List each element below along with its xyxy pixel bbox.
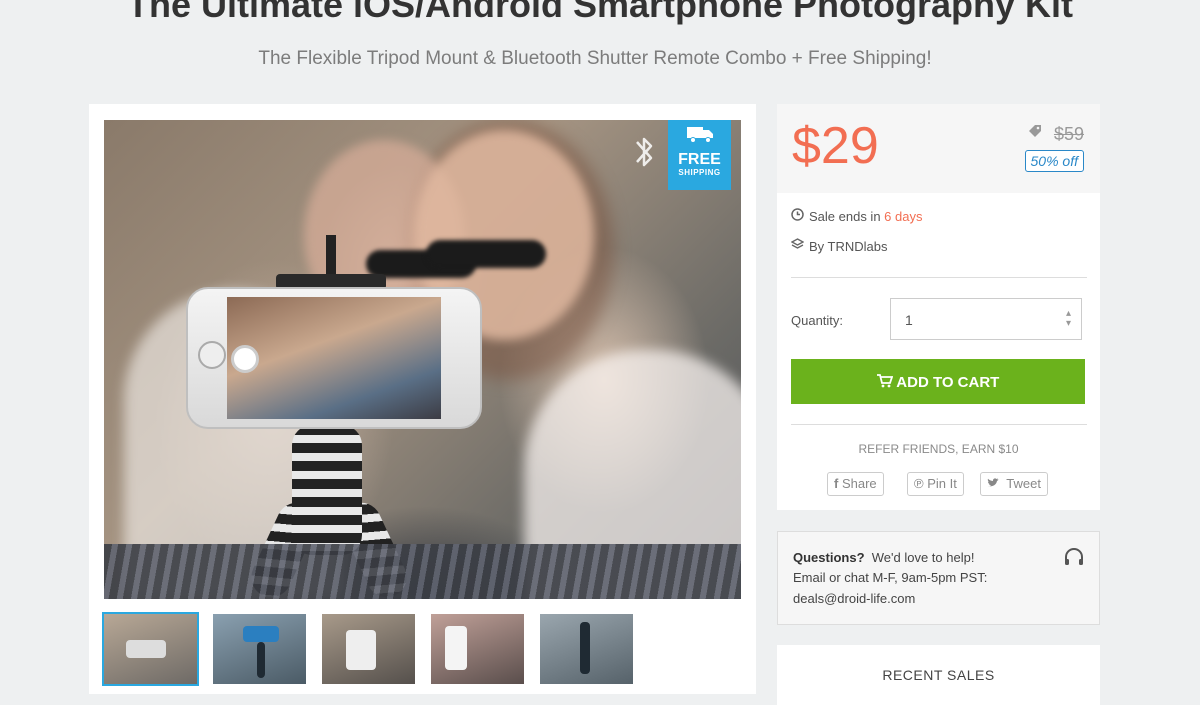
help-text: Questions? We'd love to help! Email or c…	[793, 548, 1043, 588]
add-to-cart-label: ADD TO CART	[896, 374, 1000, 391]
thumbnail-strip	[102, 612, 741, 694]
product-title: The Ultimate iOS/Android Smartphone Phot…	[126, 0, 1074, 25]
help-heading: Questions?	[793, 550, 865, 565]
thumb-phone	[243, 626, 279, 642]
gallery-card: FREE SHIPPING	[89, 104, 756, 694]
badge-free-label: FREE	[678, 151, 721, 168]
recent-sales-card: RECENT SALES	[777, 645, 1100, 705]
pinterest-icon: ℗	[914, 476, 924, 491]
layers-icon	[790, 238, 809, 254]
clock-icon	[791, 208, 809, 224]
add-to-cart-button[interactable]: ADD TO CART	[791, 359, 1085, 404]
refer-friends-text[interactable]: REFER FRIENDS, EARN $10	[777, 442, 1100, 456]
price-header: $29 $59 50% off	[777, 104, 1100, 193]
thumbnail-1[interactable]	[102, 612, 199, 686]
thumb-tripod	[257, 642, 265, 678]
help-line2: Email or chat M-F, 9am-5pm PST:	[793, 570, 988, 585]
price-card: $29 $59 50% off Sale ends in 6 days By T…	[777, 104, 1100, 510]
badge-shipping-label: SHIPPING	[678, 168, 721, 177]
facebook-icon: f	[834, 476, 839, 491]
vendor-label[interactable]: By TRNDlabs	[809, 239, 888, 254]
updown-arrows-icon: ▴ ▾	[1065, 308, 1071, 329]
main-product-image[interactable]: FREE SHIPPING	[104, 120, 741, 599]
tripod-body	[292, 425, 362, 555]
tag-icon	[1028, 124, 1042, 143]
help-line1: We'd love to help!	[871, 550, 975, 565]
sale-ends-row: Sale ends in 6 days	[791, 208, 922, 224]
camera-shutter-icon	[231, 345, 259, 373]
quantity-label: Quantity:	[791, 313, 844, 328]
sale-price: $29	[792, 117, 879, 175]
pinterest-pin-button[interactable]: ℗ Pin It	[907, 472, 964, 496]
original-price: $59	[1053, 124, 1084, 144]
pin-label: Pin It	[927, 476, 957, 491]
thumb-phone	[126, 640, 166, 658]
recent-sales-title: RECENT SALES	[882, 667, 995, 683]
help-email-link[interactable]: deals@droid-life.com	[793, 591, 915, 606]
sunglasses-right	[426, 240, 546, 268]
thumb-tripod	[580, 622, 590, 674]
twitter-tweet-button[interactable]: Tweet	[980, 472, 1048, 496]
divider	[791, 277, 1087, 278]
twitter-icon	[987, 476, 1003, 491]
thumbnail-5[interactable]	[540, 614, 633, 684]
divider	[791, 424, 1087, 425]
help-card: Questions? We'd love to help! Email or c…	[777, 531, 1100, 625]
truck-icon	[668, 124, 731, 148]
bluetooth-icon	[631, 130, 657, 174]
smartphone	[186, 287, 482, 429]
product-subtitle: The Flexible Tripod Mount & Bluetooth Sh…	[258, 48, 932, 69]
thumb-phone	[346, 630, 376, 670]
home-button	[198, 341, 226, 369]
quantity-value: 1	[905, 312, 913, 328]
sale-days: 6 days	[884, 209, 923, 224]
wicker-table	[104, 544, 741, 599]
headset-icon	[1063, 546, 1085, 574]
thumbnail-4[interactable]	[431, 614, 524, 684]
phone-screen	[227, 297, 441, 419]
thumbnail-3[interactable]	[322, 614, 415, 684]
facebook-share-button[interactable]: f Share	[827, 472, 884, 496]
discount-badge: 50% off	[1024, 150, 1084, 172]
sale-ends-label: Sale ends in	[809, 209, 885, 224]
share-label: Share	[841, 476, 877, 491]
thumbnail-2[interactable]	[213, 614, 306, 684]
vendor-row: By TRNDlabs	[790, 238, 888, 254]
free-shipping-badge: FREE SHIPPING	[668, 120, 731, 190]
quantity-select[interactable]: 1 ▴ ▾	[890, 298, 1082, 340]
cart-icon	[876, 374, 897, 391]
tweet-label: Tweet	[1006, 476, 1041, 491]
thumb-phone	[445, 626, 467, 670]
